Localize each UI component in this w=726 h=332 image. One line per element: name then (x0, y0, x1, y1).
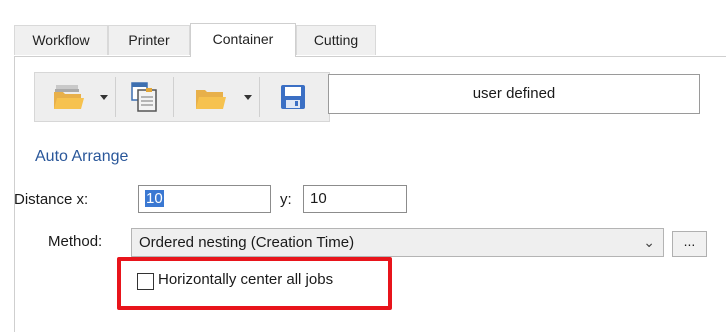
distance-x-label: Distance x: (14, 191, 89, 208)
method-options-button[interactable]: ... (672, 231, 707, 257)
save-icon (281, 85, 305, 109)
copy-icon (131, 82, 157, 112)
open-dropdown-arrow-2[interactable] (239, 73, 257, 121)
cropped-top-text (70, 0, 610, 6)
tab-workflow[interactable]: Workflow (14, 25, 108, 55)
distance-y-input[interactable]: 10 (303, 185, 407, 213)
preset-mode-field[interactable]: user defined (328, 74, 700, 114)
toolbar-divider (115, 77, 116, 117)
copy-button[interactable] (119, 73, 169, 121)
method-select[interactable]: Ordered nesting (Creation Time) ⌄ (131, 228, 664, 257)
toolbar-divider (259, 77, 260, 117)
auto-arrange-heading: Auto Arrange (35, 148, 129, 165)
center-jobs-label[interactable]: Horizontally center all jobs (158, 271, 333, 288)
center-jobs-checkbox[interactable] (137, 273, 154, 290)
chevron-down-icon (100, 94, 108, 100)
tab-printer[interactable]: Printer (108, 25, 190, 55)
save-button[interactable] (267, 73, 319, 121)
open-folder-button[interactable] (41, 73, 95, 121)
chevron-down-icon: ⌄ (643, 234, 655, 250)
container-toolbar (34, 72, 330, 122)
open-folder-icon (196, 90, 226, 109)
open-dropdown-arrow[interactable] (95, 73, 113, 121)
distance-x-input[interactable]: 10 (138, 185, 271, 213)
toolbar-divider (173, 77, 174, 117)
open-folder-icon (54, 85, 84, 109)
distance-y-label: y: (280, 191, 292, 208)
open-folder-button-2[interactable] (183, 73, 237, 121)
tab-cutting[interactable]: Cutting (296, 25, 376, 55)
tab-container[interactable]: Container (190, 23, 296, 57)
distance-x-value: 10 (145, 190, 164, 207)
method-label: Method: (48, 233, 103, 250)
method-select-value: Ordered nesting (Creation Time) (139, 234, 355, 251)
chevron-down-icon (244, 94, 252, 100)
